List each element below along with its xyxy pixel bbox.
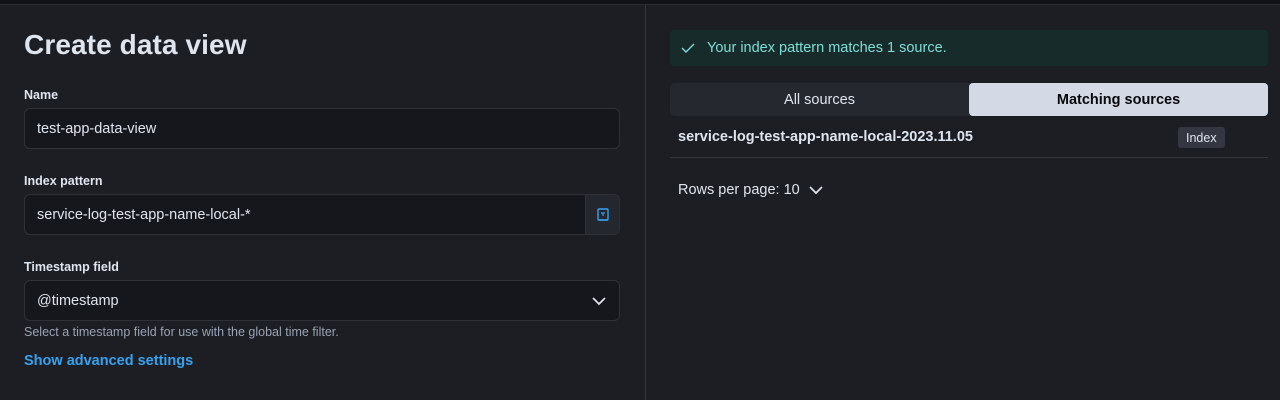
name-input-value: test-app-data-view: [37, 120, 157, 137]
rows-per-page-label: Rows per page:: [678, 182, 780, 198]
match-callout: Your index pattern matches 1 source.: [670, 30, 1268, 66]
rows-per-page-value: 10: [783, 182, 800, 198]
timestamp-select[interactable]: @timestamp: [24, 280, 620, 321]
source-type-badge: Index: [1178, 127, 1225, 148]
index-pattern-input-value: service-log-test-app-name-local-*: [37, 206, 251, 223]
index-pattern-icon: [596, 207, 609, 221]
tab-matching-sources[interactable]: Matching sources: [969, 83, 1268, 116]
timestamp-field-label: Timestamp field: [24, 260, 119, 274]
timestamp-select-value: @timestamp: [37, 292, 119, 309]
sources-tabs: All sources Matching sources: [670, 83, 1268, 116]
index-pattern-help-button[interactable]: [585, 195, 619, 234]
chevron-down-icon: [592, 297, 606, 306]
name-input[interactable]: test-app-data-view: [24, 108, 620, 149]
source-name: service-log-test-app-name-local-2023.11.…: [678, 129, 973, 145]
name-field-label: Name: [24, 88, 59, 102]
timestamp-help-text: Select a timestamp field for use with th…: [24, 325, 339, 339]
create-data-view-form: Create data view Name test-app-data-view…: [0, 5, 645, 400]
match-callout-text: Your index pattern matches 1 source.: [707, 40, 947, 56]
rows-per-page-button[interactable]: Rows per page: 10: [678, 182, 824, 198]
page-title: Create data view: [24, 29, 247, 60]
tab-all-sources[interactable]: All sources: [670, 83, 969, 116]
check-icon: [681, 43, 695, 53]
show-advanced-settings-link[interactable]: Show advanced settings: [24, 353, 193, 369]
chevron-down-icon: [809, 186, 823, 195]
index-pattern-field-label: Index pattern: [24, 174, 103, 188]
table-row: service-log-test-app-name-local-2023.11.…: [670, 117, 1268, 158]
sources-preview-panel: Your index pattern matches 1 source. All…: [646, 5, 1280, 400]
index-pattern-input[interactable]: service-log-test-app-name-local-*: [24, 194, 620, 235]
